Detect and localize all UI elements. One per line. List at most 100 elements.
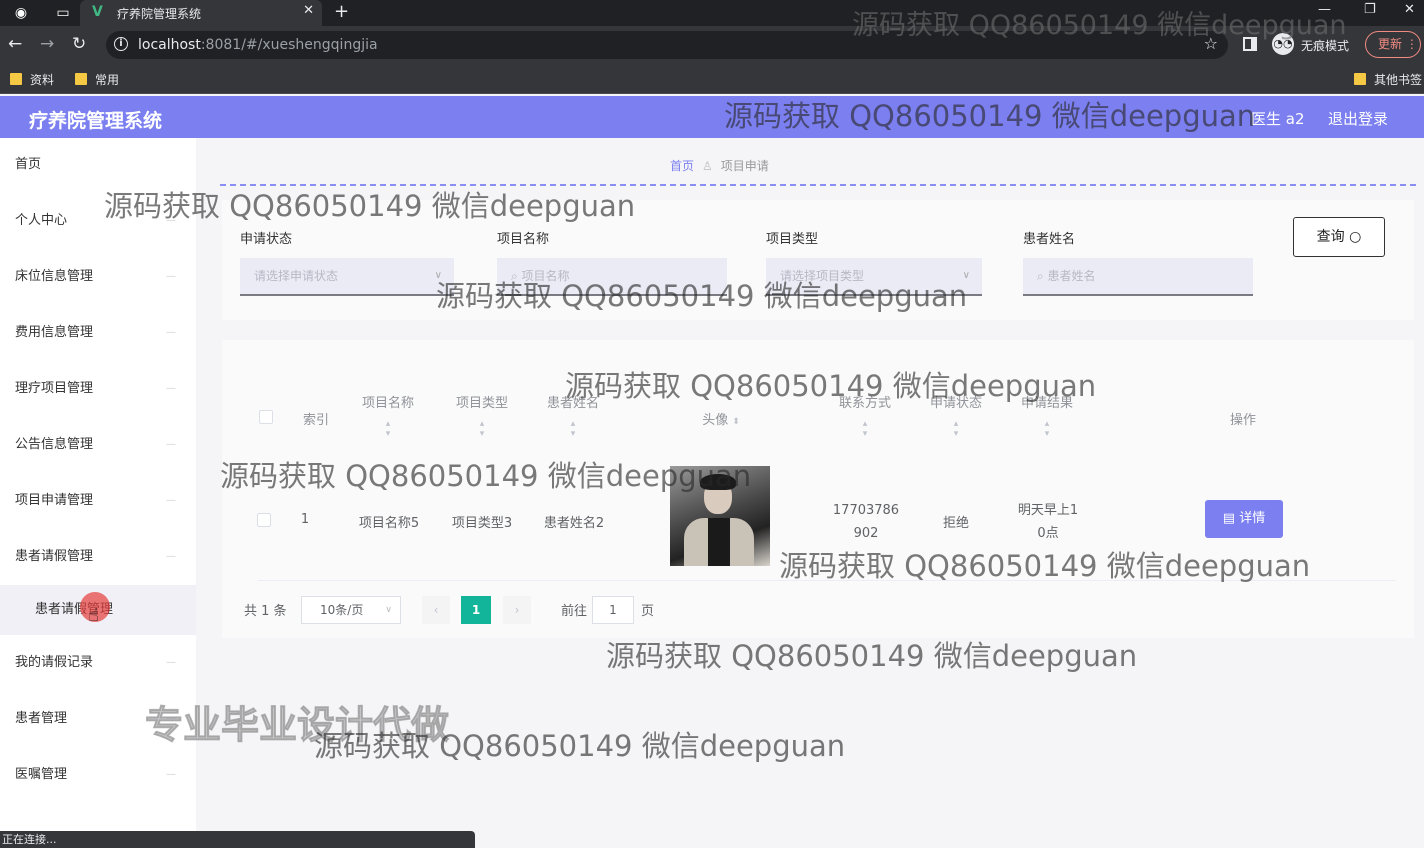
project-name-input[interactable]: ⌕ 项目名称 <box>497 258 727 296</box>
folder-icon <box>75 73 87 85</box>
incognito-label: 无痕模式 <box>1301 39 1350 53</box>
browser-status-bar: 正在连接... <box>0 831 475 848</box>
sidebar-item-leave[interactable]: 患者请假管理 — <box>0 532 196 582</box>
document-icon: ▤ <box>1222 511 1236 526</box>
filter-label-status: 申请状态 <box>240 232 293 247</box>
breadcrumb-separator-icon: ♙ <box>702 159 713 173</box>
bookmark-folder-other[interactable]: 其他书签 <box>1354 71 1422 88</box>
sidebar-item-profile[interactable]: 个人中心 — <box>0 196 196 246</box>
watermark-text: 源码获取 QQ86050149 微信deepguan <box>606 639 1138 673</box>
breadcrumb: 首页 ♙ 项目申请 <box>670 157 769 174</box>
row-apply-result: 明天早上1 0点 <box>1017 503 1079 541</box>
logout-link[interactable]: 退出登录 <box>1328 108 1388 129</box>
status-select[interactable]: 请选择申请状态 ∨ <box>240 258 454 296</box>
column-header-project-name[interactable]: 项目名称 ▴ ▾ <box>352 392 424 439</box>
row-project-name: 项目名称5 <box>358 516 420 531</box>
filter-label-patient-name: 患者姓名 <box>1023 232 1076 247</box>
browser-tab-bar: ◉ ▭ V 疗养院管理系统 ✕ + — ❐ ✕ <box>0 0 1424 26</box>
chevron-icon: — <box>166 327 176 338</box>
pagination-total: 共 1 条 <box>244 604 287 619</box>
breadcrumb-home[interactable]: 首页 <box>670 159 694 173</box>
chevron-icon: — <box>166 215 176 226</box>
sidebar-item-home[interactable]: 首页 <box>0 140 196 190</box>
goto-page-input[interactable]: 1 <box>592 596 634 624</box>
window-close-icon[interactable]: ✕ <box>1404 2 1415 17</box>
chevron-icon: — <box>166 495 176 506</box>
column-header-avatar[interactable]: 头像 ⬍ <box>676 409 766 428</box>
tab-search-icon[interactable]: ▭ <box>52 3 74 23</box>
sidebar-item-therapy[interactable]: 理疗项目管理 — <box>0 364 196 414</box>
hand-cursor-icon: ☝ <box>88 605 99 626</box>
row-checkbox[interactable] <box>257 513 271 527</box>
sort-icon: ▴ ▾ <box>862 419 868 439</box>
forward-icon[interactable]: → <box>40 34 54 54</box>
sort-icon: ▴ ▾ <box>479 419 485 439</box>
sidebar-item-my-leave[interactable]: 我的请假记录 — <box>0 638 196 688</box>
chevron-icon: — <box>166 551 176 562</box>
column-header-project-type[interactable]: 项目类型 ▴ ▾ <box>446 392 518 439</box>
chevron-down-icon: ∨ <box>962 270 970 281</box>
sidebar-item-orders[interactable]: 医嘱管理 — <box>0 750 196 800</box>
sidebar-item-notices[interactable]: 公告信息管理 — <box>0 420 196 470</box>
row-index: 1 <box>300 512 310 527</box>
sidebar-item-beds[interactable]: 床位信息管理 — <box>0 252 196 302</box>
sort-icon: ▴ ▾ <box>953 419 959 439</box>
page-size-select[interactable]: 10条/页 ∨ <box>301 596 401 624</box>
chevron-icon: — <box>166 769 176 780</box>
patient-avatar <box>670 466 770 566</box>
folder-icon <box>1354 73 1366 85</box>
browser-tab-title: 疗养院管理系统 <box>117 7 202 21</box>
detail-button[interactable]: ▤ 详情 <box>1205 500 1283 538</box>
new-tab-icon[interactable]: + <box>334 1 349 22</box>
prev-page-button[interactable]: ‹ <box>422 596 450 624</box>
vue-logo-icon: V <box>92 4 103 20</box>
column-header-index: 索引 <box>302 413 329 428</box>
browser-toolbar: ← → ↻ i localhost:8081/#/xueshengqingjia… <box>0 26 1424 64</box>
close-tab-icon[interactable]: ✕ <box>303 3 314 18</box>
search-button[interactable]: 查询 ○ <box>1293 217 1385 257</box>
row-contact: 17703786 902 <box>832 503 900 541</box>
minimize-icon[interactable]: — <box>1318 2 1331 17</box>
browser-tab-active[interactable]: V 疗养院管理系统 ✕ <box>80 0 322 26</box>
column-header-patient-name[interactable]: 患者姓名 ▴ ▾ <box>537 392 609 439</box>
address-bar[interactable]: i localhost:8081/#/xueshengqingjia ☆ <box>106 31 1228 59</box>
chevron-icon: — <box>166 657 176 668</box>
next-page-button[interactable]: › <box>503 596 531 624</box>
side-panel-icon[interactable] <box>1243 37 1257 51</box>
url-text: localhost:8081/#/xueshengqingjia <box>138 37 378 53</box>
watermark-banner: 专业毕业设计代做 <box>144 703 450 748</box>
page-suffix: 页 <box>641 604 655 619</box>
row-divider <box>258 580 1396 581</box>
select-all-checkbox[interactable] <box>259 410 273 424</box>
reload-icon[interactable]: ↻ <box>72 34 86 54</box>
bookmark-folder-docs[interactable]: 资料 <box>10 71 54 88</box>
app-title: 疗养院管理系统 <box>29 110 163 132</box>
filter-label-project-name: 项目名称 <box>497 232 550 247</box>
bookmark-folder-common[interactable]: 常用 <box>75 71 119 88</box>
sidebar-item-project-apply[interactable]: 项目申请管理 — <box>0 476 196 526</box>
sidebar-item-fees[interactable]: 费用信息管理 — <box>0 308 196 358</box>
bookmarks-bar: 资料 常用 其他书签 <box>0 64 1424 94</box>
bookmark-star-icon[interactable]: ☆ <box>1204 34 1218 53</box>
header-divider <box>220 184 1416 186</box>
back-icon[interactable]: ← <box>8 34 22 54</box>
incognito-icon[interactable]: ◔◔ <box>1272 33 1294 55</box>
sort-icon: ▴ ▾ <box>570 419 576 439</box>
sort-icon: ▴ ▾ <box>1044 419 1050 439</box>
app-header: 疗养院管理系统 医生 a2 退出登录 <box>0 96 1424 138</box>
column-header-apply-status[interactable]: 申请状态 ▴ ▾ <box>920 392 992 439</box>
patient-name-input[interactable]: ⌕ 患者姓名 <box>1023 258 1253 296</box>
update-button[interactable]: 更新 ⋮ <box>1365 31 1421 58</box>
data-table <box>222 340 1414 638</box>
chevron-down-icon: ∨ <box>385 605 392 615</box>
search-icon: ○ <box>1349 229 1362 245</box>
browser-menu-icon[interactable]: ◉ <box>10 3 32 23</box>
column-header-apply-result[interactable]: 申请结果 ▴ ▾ <box>1011 392 1083 439</box>
row-project-type: 项目类型3 <box>451 516 513 531</box>
site-info-icon[interactable]: i <box>114 37 128 51</box>
column-header-contact[interactable]: 联系方式 ▴ ▾ <box>829 392 901 439</box>
project-type-select[interactable]: 请选择项目类型 ∨ <box>766 258 982 296</box>
page-number-current[interactable]: 1 <box>461 596 491 624</box>
current-user: 医生 a2 <box>1251 110 1305 128</box>
restore-icon[interactable]: ❐ <box>1364 2 1376 17</box>
